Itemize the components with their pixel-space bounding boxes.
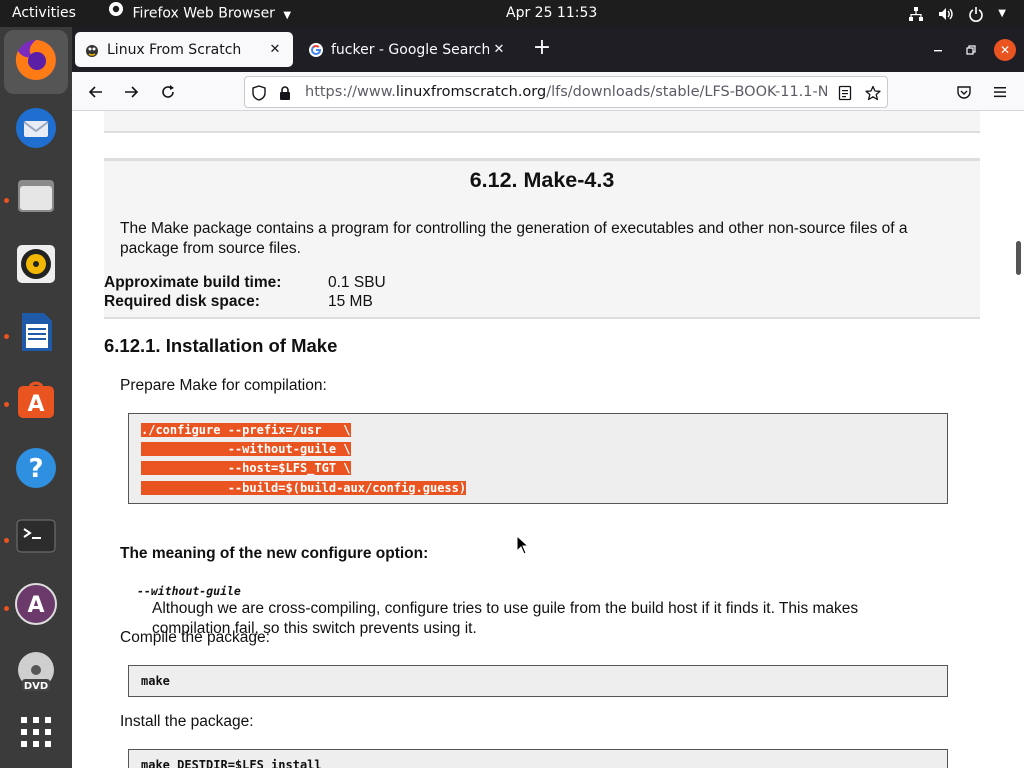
page-content: 6.12. Make-4.3 The Make package contains…: [72, 111, 1024, 768]
thunderbird-icon: [13, 105, 59, 155]
dock-terminal[interactable]: [4, 506, 68, 570]
lfs-favicon-icon: [83, 41, 101, 59]
volume-icon[interactable]: [938, 6, 954, 22]
url-path: /lfs/downloads/stable/LFS-BOOK-11.1-N: [546, 84, 827, 100]
network-icon[interactable]: [908, 6, 924, 22]
code-line[interactable]: make DESTDIR=$LFS install: [141, 757, 322, 768]
reload-button[interactable]: [154, 78, 182, 106]
show-applications-button[interactable]: [4, 702, 68, 766]
shield-icon[interactable]: [249, 83, 269, 103]
code-line[interactable]: --without-guile \: [141, 442, 351, 456]
app-grid-icon: [19, 715, 53, 753]
build-time-value: 0.1 SBU: [328, 274, 386, 291]
tab-google-search[interactable]: fucker - Google Search ✕: [299, 32, 517, 67]
code-line[interactable]: --host=$LFS_TGT \: [141, 461, 351, 475]
dock: A ? A DVD: [0, 27, 72, 768]
software-icon: A: [14, 378, 58, 426]
chevron-down-icon[interactable]: ▼: [998, 8, 1006, 19]
power-icon[interactable]: [968, 6, 984, 22]
url-bar[interactable]: https://www.linuxfromscratch.org/lfs/dow…: [244, 76, 888, 108]
files-icon: [14, 174, 58, 222]
prepare-text: Prepare Make for compilation:: [120, 377, 327, 394]
section-title: 6.12.1. Installation of Make: [104, 335, 338, 356]
forward-button[interactable]: [117, 78, 145, 106]
url-domain: linuxfromscratch.org: [395, 84, 547, 100]
top-bar: Activities Firefox Web Browser ▼ Apr 25 …: [0, 0, 1024, 27]
updater-icon: A: [13, 581, 59, 631]
tab-linux-from-scratch[interactable]: Linux From Scratch ✕: [75, 32, 293, 67]
navigation-toolbar: https://www.linuxfromscratch.org/lfs/dow…: [72, 72, 1024, 111]
tab-bar: Linux From Scratch ✕ fucker - Google Sea…: [72, 27, 1024, 72]
dock-writer[interactable]: [4, 302, 68, 366]
hamburger-menu-icon[interactable]: [986, 78, 1014, 106]
google-favicon-icon: [307, 41, 325, 59]
svg-text:A: A: [27, 392, 44, 417]
package-description: The Make package contains a program for …: [120, 220, 908, 257]
package-title: 6.12. Make-4.3: [469, 168, 615, 192]
app-menu-label: Firefox Web Browser: [132, 5, 275, 22]
previous-section-end: [104, 111, 980, 133]
terminal-icon: [14, 514, 58, 562]
dock-dvd[interactable]: DVD: [4, 642, 68, 706]
firefox-icon: [108, 0, 124, 27]
compile-code-block[interactable]: make: [128, 665, 948, 697]
clock[interactable]: Apr 25 11:53: [506, 0, 597, 27]
compile-text: Compile the package:: [120, 629, 270, 646]
maximize-button[interactable]: [960, 39, 982, 61]
svg-text:DVD: DVD: [24, 681, 48, 692]
package-info-box: 6.12. Make-4.3 The Make package contains…: [104, 158, 980, 319]
dock-firefox[interactable]: [4, 30, 68, 94]
new-tab-button[interactable]: +: [530, 36, 554, 60]
window-close-button[interactable]: ✕: [994, 39, 1016, 61]
rhythmbox-icon: [14, 242, 58, 290]
dock-software[interactable]: A: [4, 370, 68, 434]
tab-title: fucker - Google Search: [331, 41, 489, 58]
mouse-cursor-icon: [516, 534, 530, 560]
activities-button[interactable]: Activities: [12, 0, 76, 27]
minimize-button[interactable]: [927, 39, 949, 61]
build-time-label: Approximate build time:: [104, 274, 282, 291]
firefox-icon: [13, 37, 59, 87]
system-tray[interactable]: ▼: [908, 0, 1006, 27]
back-button[interactable]: [82, 78, 110, 106]
writer-icon: [14, 310, 58, 358]
disk-space-value: 15 MB: [328, 293, 373, 310]
close-icon[interactable]: ✕: [265, 40, 285, 60]
svg-text:A: A: [27, 593, 44, 618]
app-menu[interactable]: Firefox Web Browser ▼: [108, 0, 291, 27]
dvd-icon: DVD: [13, 649, 59, 699]
firefox-window: Linux From Scratch ✕ fucker - Google Sea…: [72, 27, 1024, 768]
code-line[interactable]: ./configure --prefix=/usr \: [141, 423, 351, 437]
reader-view-icon[interactable]: [835, 83, 855, 103]
install-code-block[interactable]: make DESTDIR=$LFS install: [128, 749, 948, 768]
pocket-icon[interactable]: [950, 78, 978, 106]
tab-title: Linux From Scratch: [107, 41, 242, 58]
help-icon: ?: [13, 445, 59, 495]
configure-code-block[interactable]: ./configure --prefix=/usr \ --without-gu…: [128, 413, 948, 504]
close-icon[interactable]: ✕: [489, 40, 509, 60]
chevron-down-icon: ▼: [283, 9, 292, 21]
url-prefix: https://www.: [305, 84, 396, 100]
dock-rhythmbox[interactable]: [4, 234, 68, 298]
option-term: --without-guile: [137, 584, 241, 598]
lock-icon[interactable]: [275, 83, 295, 103]
install-text: Install the package:: [120, 713, 254, 730]
option-title: The meaning of the new configure option:: [120, 545, 429, 562]
disk-space-label: Required disk space:: [104, 293, 260, 310]
dock-files[interactable]: [4, 166, 68, 230]
star-icon[interactable]: [863, 83, 883, 103]
svg-text:?: ?: [28, 454, 43, 484]
url-text[interactable]: https://www.linuxfromscratch.org/lfs/dow…: [305, 77, 827, 107]
dock-help[interactable]: ?: [4, 438, 68, 502]
code-line[interactable]: make: [141, 673, 170, 689]
code-line[interactable]: --build=$(build-aux/config.guess): [141, 481, 467, 495]
dock-thunderbird[interactable]: [4, 98, 68, 162]
scrollbar-thumb[interactable]: [1016, 241, 1021, 275]
dock-updater[interactable]: A: [4, 574, 68, 638]
